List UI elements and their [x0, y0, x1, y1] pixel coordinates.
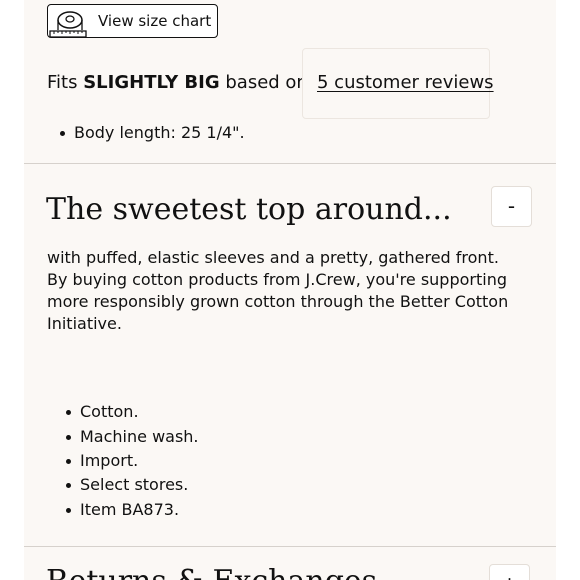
view-size-chart-label: View size chart	[98, 12, 212, 30]
measuring-tape-icon	[49, 11, 87, 37]
product-details-page: View size chart Fits SLIGHTLY BIG based …	[0, 0, 580, 580]
expand-returns-button[interactable]: +	[489, 564, 530, 580]
section-divider	[24, 546, 556, 547]
view-size-chart-button[interactable]: View size chart	[47, 4, 218, 38]
detail-item: Import.	[65, 451, 139, 470]
returns-section-title: Returns & Exchanges	[46, 562, 377, 580]
customer-reviews-link[interactable]: 5 customer reviews	[317, 71, 494, 95]
measurement-item: Body length: 25 1/4".	[60, 123, 245, 142]
section-divider	[24, 163, 556, 164]
fit-value: SLIGHTLY BIG	[83, 72, 220, 93]
fit-summary: Fits SLIGHTLY BIG based on	[47, 71, 308, 95]
description-section-title: The sweetest top around...	[46, 192, 452, 227]
detail-item: Cotton.	[66, 402, 139, 421]
detail-item: Item BA873.	[65, 500, 180, 519]
detail-item: Select stores.	[65, 475, 189, 494]
collapse-description-button[interactable]: -	[491, 186, 532, 227]
fit-suffix: based on	[225, 72, 308, 93]
detail-item: Machine wash.	[66, 427, 199, 446]
product-description: with puffed, elastic sleeves and a prett…	[47, 248, 509, 333]
fit-prefix: Fits	[47, 72, 78, 93]
